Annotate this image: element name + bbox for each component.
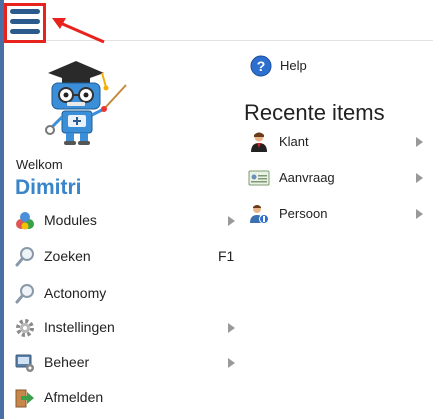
left-edge-border	[0, 0, 4, 419]
recent-item-klant[interactable]: Klant	[248, 129, 428, 155]
menu-item-afmelden[interactable]: Afmelden	[14, 384, 242, 410]
user-name: Dimitri	[15, 176, 82, 199]
help-icon: ?	[250, 55, 272, 77]
menu-item-actonomy[interactable]: Actonomy	[14, 280, 242, 306]
search-icon	[15, 284, 34, 304]
recent-item-label: Klant	[279, 134, 309, 149]
menu-item-label: Beheer	[44, 354, 90, 370]
modules-icon	[16, 212, 34, 230]
recent-item-aanvraag[interactable]: Aanvraag	[248, 165, 428, 191]
shortcut-label: F1	[218, 248, 235, 264]
svg-text:?: ?	[257, 58, 266, 74]
chevron-right-icon	[228, 216, 235, 226]
menu-item-label: Afmelden	[44, 389, 104, 405]
card-icon	[248, 170, 270, 186]
annotation-arrow-icon	[52, 18, 105, 44]
help-label: Help	[280, 58, 307, 73]
menu-item-label: Instellingen	[44, 319, 115, 335]
chevron-right-icon	[416, 137, 423, 147]
menu-item-modules[interactable]: Modules	[14, 207, 242, 233]
recent-items-title: Recente items	[244, 100, 385, 125]
person-icon	[251, 132, 267, 152]
menu-item-label: Zoeken	[44, 248, 91, 264]
chevron-right-icon	[228, 323, 235, 333]
recent-item-persoon[interactable]: Persoon	[248, 201, 428, 227]
hamburger-bar	[10, 29, 40, 34]
recent-item-label: Persoon	[279, 206, 328, 221]
menu-item-label: Actonomy	[44, 285, 107, 301]
hamburger-menu-button[interactable]	[4, 3, 46, 43]
help-link[interactable]: ? Help	[250, 55, 370, 79]
search-icon	[15, 247, 34, 267]
menu-item-label: Modules	[44, 212, 97, 228]
person-badge-icon	[250, 205, 269, 224]
chevron-right-icon	[416, 173, 423, 183]
recent-item-label: Aanvraag	[279, 170, 335, 185]
hamburger-bar	[10, 9, 40, 14]
welcome-label: Welkom	[16, 157, 63, 172]
chevron-right-icon	[416, 209, 423, 219]
menu-item-beheer[interactable]: Beheer	[14, 349, 242, 375]
admin-icon	[15, 354, 34, 372]
menu-item-instellingen[interactable]: Instellingen	[14, 314, 242, 340]
hamburger-bar	[10, 19, 40, 24]
gear-icon	[16, 319, 34, 337]
robot-mascot-logo	[45, 61, 127, 145]
chevron-right-icon	[228, 358, 235, 368]
menu-item-zoeken[interactable]: Zoeken F1	[14, 243, 242, 269]
logout-icon	[15, 389, 34, 408]
